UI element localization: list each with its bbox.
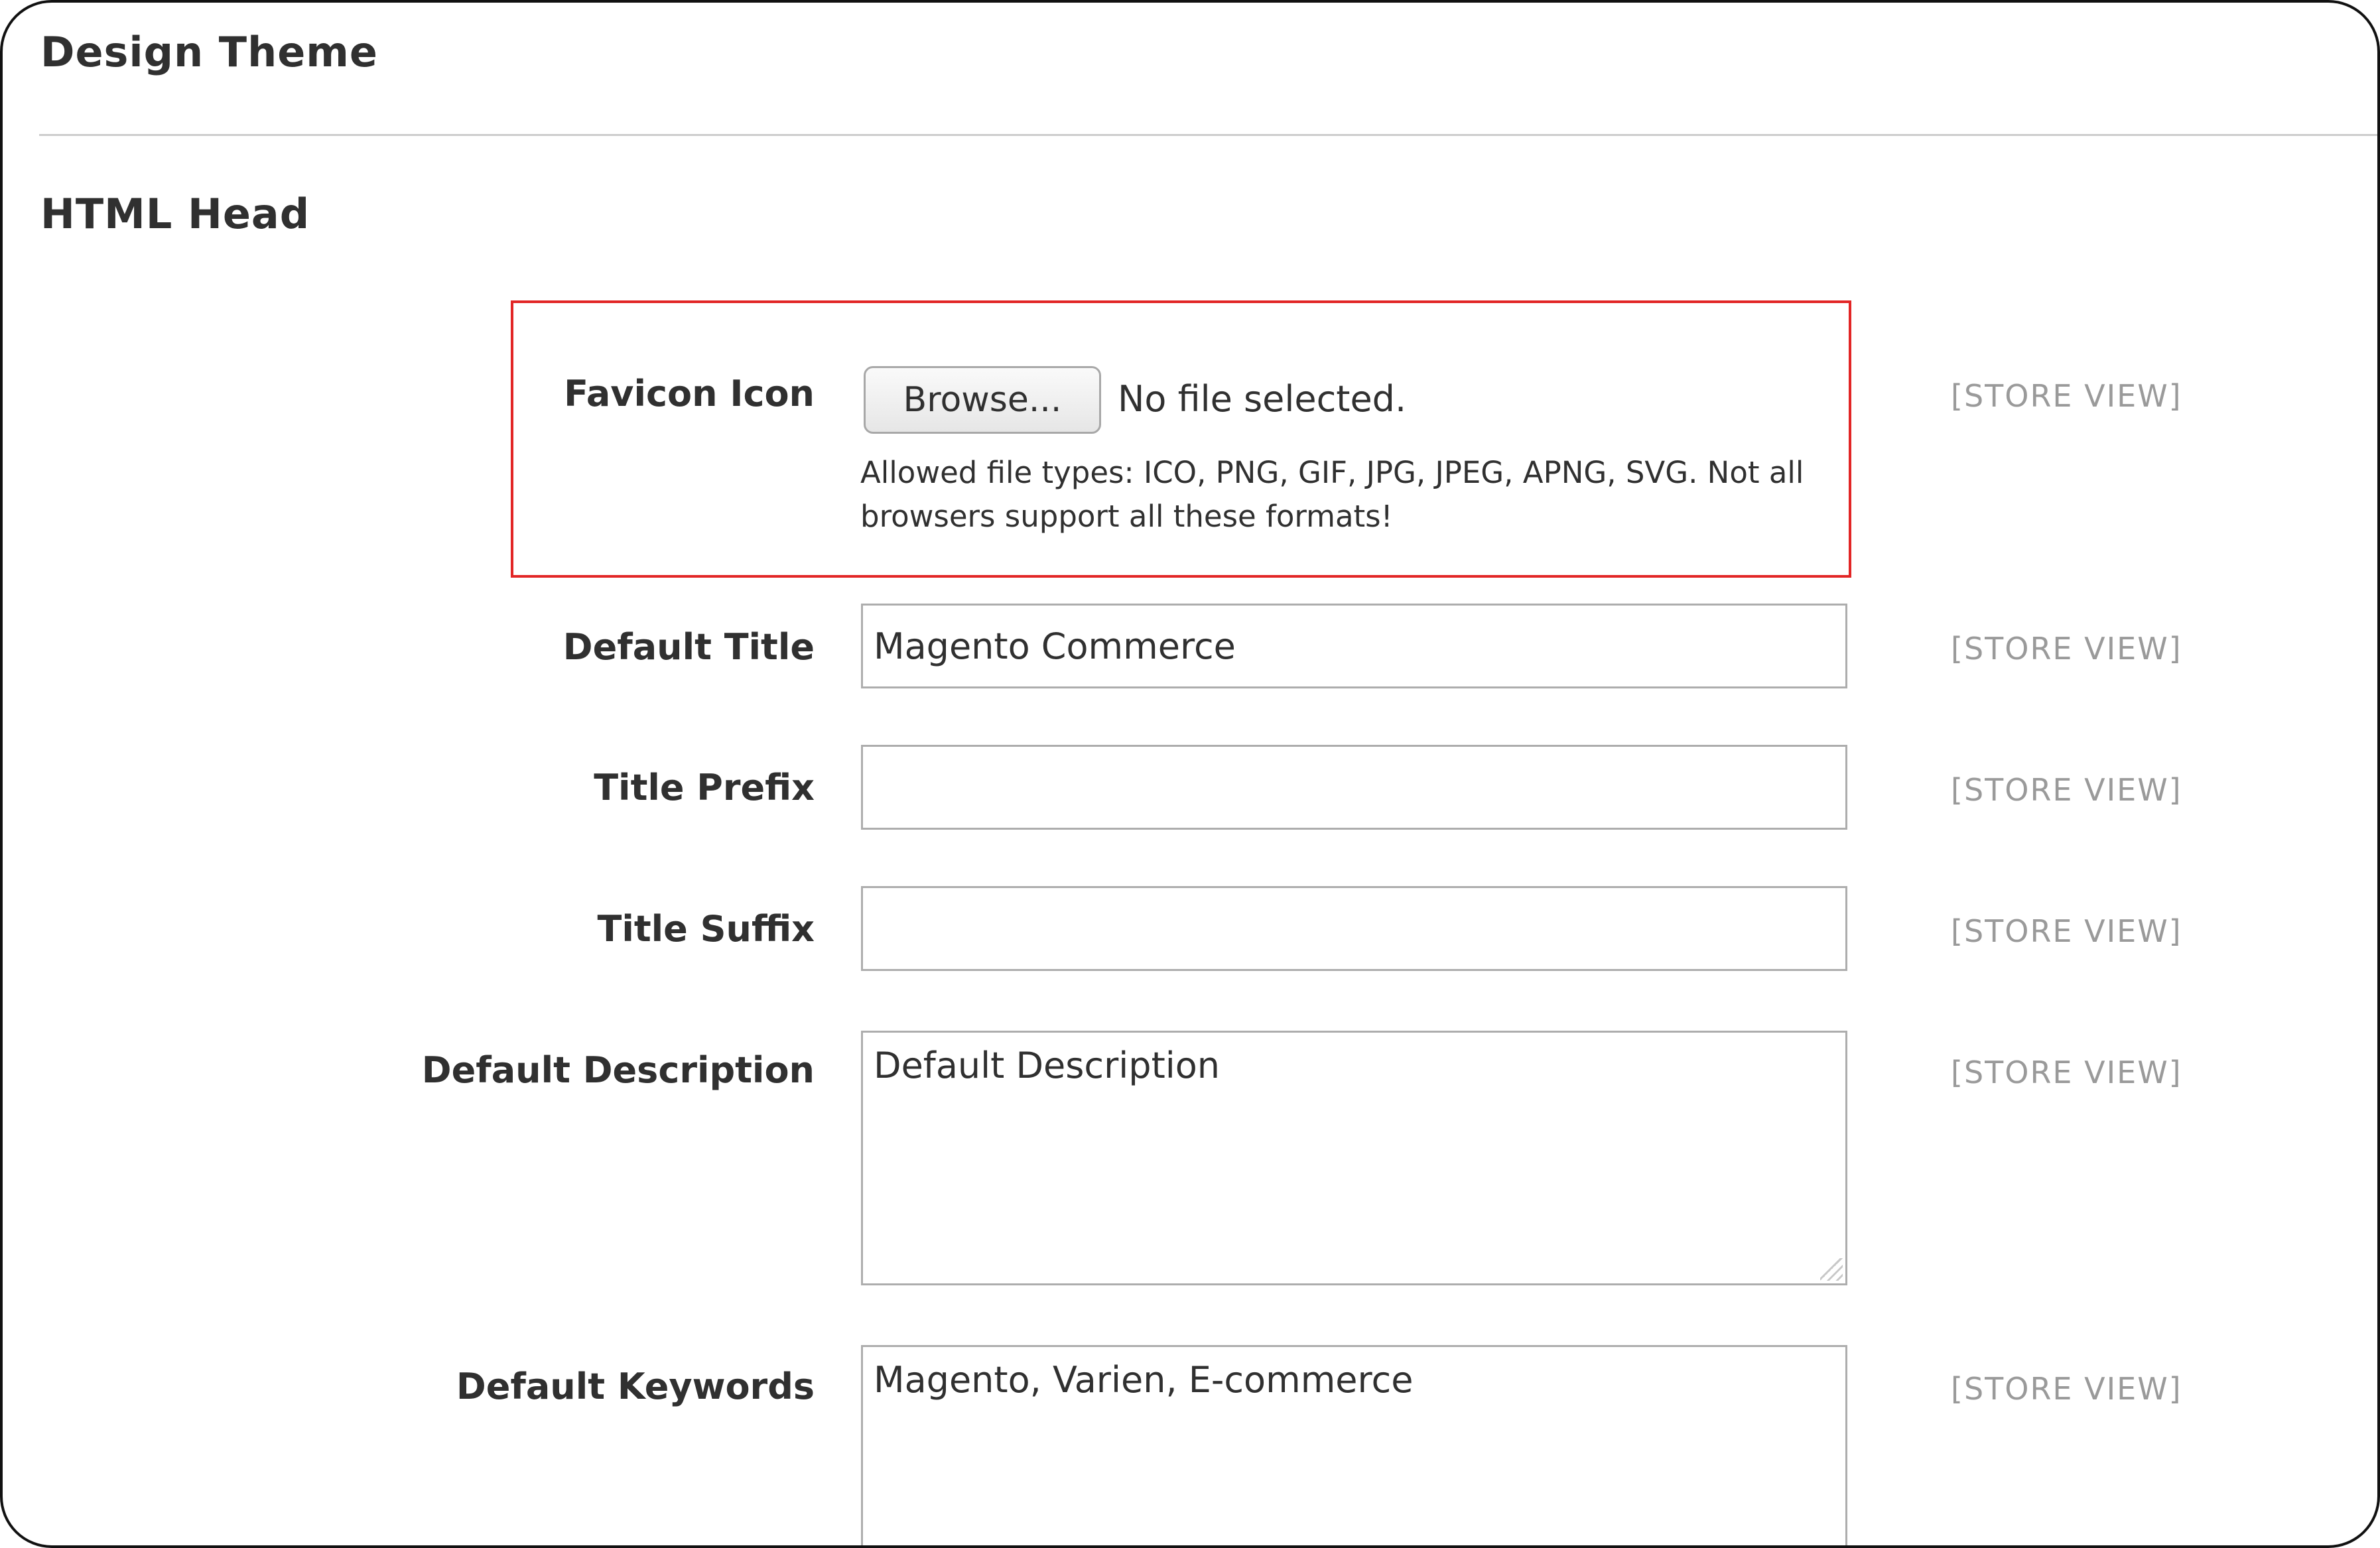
group-title[interactable]: HTML Head bbox=[40, 190, 310, 238]
browse-button[interactable]: Browse... bbox=[864, 366, 1101, 434]
default-title-label: Default Title bbox=[562, 626, 815, 668]
default-keywords-scope-label: [STORE VIEW] bbox=[1951, 1371, 2182, 1407]
default-keywords-label: Default Keywords bbox=[456, 1366, 815, 1407]
section-divider bbox=[39, 134, 2377, 136]
default-description-scope-label: [STORE VIEW] bbox=[1951, 1055, 2182, 1090]
favicon-icon-label: Favicon Icon bbox=[564, 373, 815, 415]
favicon-scope-label: [STORE VIEW] bbox=[1951, 378, 2182, 414]
default-description-textarea[interactable]: Default Description bbox=[861, 1031, 1847, 1285]
title-suffix-input[interactable] bbox=[861, 886, 1847, 971]
file-status-text: No file selected. bbox=[1118, 378, 1407, 420]
default-title-scope-label: [STORE VIEW] bbox=[1951, 631, 2182, 667]
title-prefix-label: Title Prefix bbox=[594, 767, 815, 808]
title-suffix-scope-label: [STORE VIEW] bbox=[1951, 913, 2182, 949]
default-title-input[interactable] bbox=[861, 604, 1847, 688]
default-keywords-textarea[interactable]: Magento, Varien, E-commerce bbox=[861, 1345, 1847, 1545]
title-prefix-input[interactable] bbox=[861, 745, 1847, 830]
resize-grip-icon[interactable] bbox=[1820, 1258, 1843, 1281]
config-panel: Design Theme HTML Head Favicon Icon Brow… bbox=[0, 0, 2380, 1548]
default-description-label: Default Description bbox=[421, 1049, 815, 1091]
section-title[interactable]: Design Theme bbox=[40, 28, 378, 76]
favicon-allowed-types-note: Allowed file types: ICO, PNG, GIF, JPG, … bbox=[860, 455, 1804, 534]
title-suffix-label: Title Suffix bbox=[597, 908, 815, 950]
title-prefix-scope-label: [STORE VIEW] bbox=[1951, 772, 2182, 808]
